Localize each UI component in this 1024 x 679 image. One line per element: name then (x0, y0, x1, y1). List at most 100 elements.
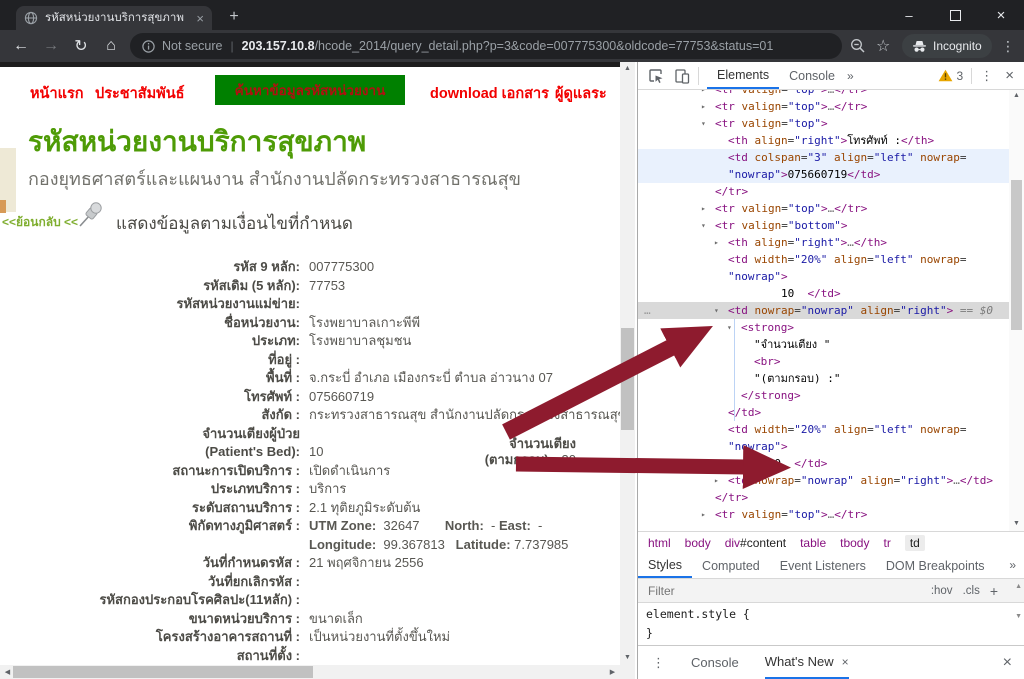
reload-button[interactable]: ↻ (68, 30, 94, 62)
breadcrumb-item[interactable]: tr (883, 536, 890, 550)
dom-line[interactable]: ▾<tr valign="top"> (638, 115, 1009, 132)
dom-line[interactable]: <th align="right">โทรศัพท์ :</th> (638, 132, 1009, 149)
dom-line[interactable]: ▸<tr valign="top">…</tr> (638, 90, 1009, 98)
warning-badge[interactable]: 3 (938, 69, 964, 83)
dom-line[interactable]: </strong> (638, 387, 1009, 404)
breadcrumb-item[interactable]: td (905, 535, 925, 551)
styles-tab-styles[interactable]: Styles (638, 553, 692, 578)
info-icon[interactable] (142, 40, 155, 53)
scroll-down-icon[interactable]: ▼ (1009, 520, 1024, 527)
drawer-tab-close-icon[interactable]: × (842, 655, 849, 669)
dom-line[interactable]: "nowrap"> (638, 268, 1009, 285)
vertical-scroll-thumb[interactable] (621, 328, 634, 430)
back-button[interactable]: ← (8, 30, 34, 62)
nav-item[interactable]: ค้นหาข้อมูลรหัสหน่วยงาน (215, 75, 405, 105)
dom-line[interactable]: </tr> (638, 489, 1009, 506)
dom-line[interactable]: ▾<tr valign="bottom"> (638, 217, 1009, 234)
styles-tab-dom-breakpoints[interactable]: DOM Breakpoints (876, 553, 995, 578)
dom-line[interactable]: </tr> (638, 183, 1009, 200)
dom-line[interactable]: 10 </td> (638, 285, 1009, 302)
collapse-arrow-icon[interactable]: ▾ (701, 217, 706, 234)
breadcrumb-item[interactable]: table (800, 536, 826, 550)
devtools-scrollbar[interactable]: ▲ ▼ (1009, 90, 1024, 531)
new-tab-button[interactable]: + (224, 7, 244, 27)
devtools-menu-icon[interactable]: ⋮ (980, 68, 993, 84)
devtools-scroll-thumb[interactable] (1011, 180, 1022, 330)
dom-line[interactable]: ▾<strong> (638, 319, 1009, 336)
scroll-up-icon[interactable]: ▲ (1015, 583, 1022, 590)
dom-line[interactable]: <td colspan="3" align="left" nowrap= (638, 149, 1009, 166)
window-minimize-button[interactable]: – (886, 0, 932, 30)
dom-line[interactable]: ▸<td nowrap="nowrap" align="right">…</td… (638, 472, 1009, 489)
more-sidebar-tabs-icon[interactable]: » (1009, 558, 1016, 572)
zoom-out-icon[interactable] (850, 38, 866, 59)
breadcrumb-item[interactable]: tbody (840, 536, 869, 550)
window-close-button[interactable]: × (978, 0, 1024, 30)
dom-line[interactable]: <br> (638, 353, 1009, 370)
styles-filter-input[interactable] (646, 583, 931, 599)
breadcrumb-item[interactable]: html (648, 536, 671, 550)
browser-tab[interactable]: รหัสหน่วยงานบริการสุขภาพ × (16, 6, 212, 30)
home-button[interactable]: ⌂ (98, 30, 124, 62)
page-vertical-scrollbar[interactable]: ▲ ▼ (620, 62, 635, 666)
nav-item[interactable]: ประชาสัมพันธ์ (95, 82, 185, 105)
more-tabs-icon[interactable]: » (847, 69, 854, 83)
dom-line[interactable]: </td> (638, 404, 1009, 421)
url-bar[interactable]: Not secure | 203.157.10.8 /hcode_2014/qu… (130, 33, 842, 59)
collapse-arrow-icon[interactable]: ▾ (701, 115, 706, 132)
drawer-tab-whats-new[interactable]: What's New × (765, 646, 849, 679)
dom-line[interactable]: ▸<tr valign="top">…</tr> (638, 200, 1009, 217)
dom-line[interactable]: 30 </td> (638, 455, 1009, 472)
device-toolbar-icon[interactable] (674, 68, 690, 84)
expand-arrow-icon[interactable]: ▸ (701, 200, 706, 217)
nav-item[interactable]: ผู้ดูแลระ (555, 82, 607, 105)
forward-button[interactable]: → (38, 30, 64, 62)
class-toggle-button[interactable]: .cls (963, 585, 980, 597)
breadcrumb-item[interactable]: body (685, 536, 711, 550)
dom-line[interactable]: <td width="20%" align="left" nowrap= (638, 251, 1009, 268)
scroll-right-icon[interactable]: ▶ (605, 668, 620, 676)
expand-arrow-icon[interactable]: ▸ (701, 90, 706, 98)
dom-line[interactable]: …▾<td nowrap="nowrap" align="right"> == … (638, 302, 1009, 319)
styles-tab-computed[interactable]: Computed (692, 553, 770, 578)
tab-console[interactable]: Console (779, 62, 845, 89)
expand-arrow-icon[interactable]: ▸ (701, 98, 706, 115)
inspect-element-icon[interactable] (648, 68, 664, 84)
scroll-down-icon[interactable]: ▼ (620, 654, 635, 661)
nav-item[interactable]: หน้าแรก (30, 82, 84, 105)
styles-tab-event-listeners[interactable]: Event Listeners (770, 553, 876, 578)
breadcrumb-item[interactable]: div#content (725, 536, 786, 550)
new-style-rule-button[interactable]: + (990, 583, 998, 599)
scroll-up-icon[interactable]: ▲ (1009, 92, 1024, 99)
scroll-up-icon[interactable]: ▲ (620, 65, 635, 72)
page-horizontal-scrollbar[interactable]: ◀ ▶ (0, 665, 620, 679)
nav-item[interactable]: download เอกสาร (430, 82, 549, 105)
element-style-open[interactable]: element.style { (646, 607, 1024, 622)
drawer-menu-icon[interactable]: ⋮ (652, 655, 665, 671)
tab-close-icon[interactable]: × (196, 11, 204, 26)
dom-line[interactable]: ▸<tr valign="top">…</tr> (638, 506, 1009, 523)
browser-menu-icon[interactable]: ⋮ (998, 35, 1018, 57)
back-link[interactable]: <<ย้อนกลับ << (2, 213, 78, 232)
expand-arrow-icon[interactable]: ▸ (714, 472, 719, 489)
element-style-section[interactable]: element.style { } (638, 603, 1024, 645)
collapse-arrow-icon[interactable]: ▾ (714, 302, 719, 319)
tab-elements[interactable]: Elements (707, 62, 779, 89)
dom-line[interactable]: "จำนวนเตียง " (638, 336, 1009, 353)
dom-line[interactable]: "nowrap"> (638, 438, 1009, 455)
dom-line[interactable]: ▸<th align="right">…</th> (638, 234, 1009, 251)
dom-line[interactable]: <td width="20%" align="left" nowrap= (638, 421, 1009, 438)
expand-arrow-icon[interactable]: ▸ (701, 506, 706, 523)
dom-line[interactable]: "nowrap">075660719</td> (638, 166, 1009, 183)
pseudo-state-button[interactable]: :hov (931, 585, 953, 597)
drawer-close-icon[interactable]: × (1003, 654, 1012, 672)
horizontal-scroll-thumb[interactable] (13, 666, 313, 678)
bookmark-star-icon[interactable]: ☆ (876, 36, 890, 56)
expand-arrow-icon[interactable]: ▸ (714, 234, 719, 251)
scroll-down-icon[interactable]: ▼ (1015, 613, 1022, 620)
dom-line[interactable]: ▸<tr valign="top">…</tr> (638, 98, 1009, 115)
devtools-close-icon[interactable]: × (1005, 67, 1014, 84)
drawer-tab-console[interactable]: Console (691, 646, 739, 679)
collapse-arrow-icon[interactable]: ▾ (727, 319, 732, 336)
profile-badge[interactable]: Incognito (902, 34, 992, 58)
